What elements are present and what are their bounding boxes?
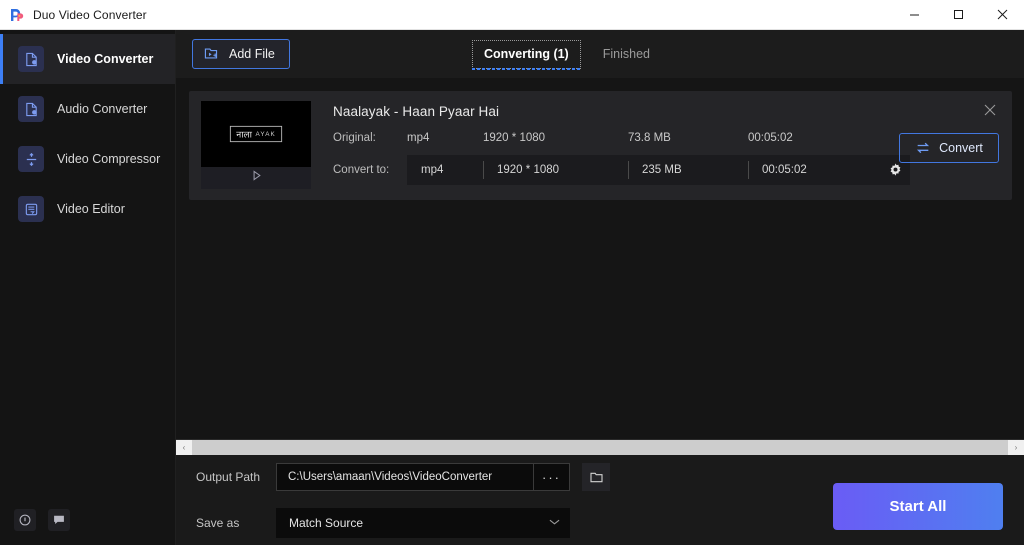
main-panel: Add File Converting (1) Finished नाला AY… [176, 30, 1024, 545]
scrollbar-track[interactable] [192, 439, 1008, 456]
bottom-fields: Output Path C:\Users\amaan\Videos\VideoC… [196, 462, 816, 538]
close-button[interactable] [980, 0, 1024, 29]
tab-label: Finished [602, 46, 650, 61]
original-duration: 00:05:02 [748, 132, 793, 144]
original-size: 73.8 MB [628, 132, 671, 144]
feedback-icon[interactable] [48, 509, 70, 531]
browse-button[interactable]: ··· [534, 463, 570, 491]
file-title: Naalayak - Haan Pyaar Hai [333, 104, 500, 119]
file-info: Naalayak - Haan Pyaar Hai Original: mp4 … [311, 101, 1000, 200]
thumbnail[interactable]: नाला AYAK [201, 101, 311, 189]
convert-format-select[interactable]: mp4 [407, 155, 483, 185]
add-file-label: Add File [229, 47, 275, 61]
convert-duration-value: 00:05:02 [748, 155, 880, 185]
tab-converting[interactable]: Converting (1) [472, 39, 581, 70]
sidebar-item-label: Video Compressor [57, 152, 161, 166]
save-as-label: Save as [196, 516, 240, 530]
edit-icon [18, 196, 44, 222]
original-fields: mp4 1920 * 1080 73.8 MB 00:05:02 [407, 132, 848, 144]
swap-arrows-icon [915, 140, 931, 156]
thumbnail-logo-secondary: AYAK [255, 130, 276, 138]
convert-to-label: Convert to: [333, 164, 390, 176]
sidebar-item-video-converter[interactable]: Video Converter [0, 34, 175, 84]
folder-icon[interactable] [582, 463, 610, 491]
thumbnail-logo: नाला AYAK [229, 125, 283, 143]
output-path-input[interactable]: C:\Users\amaan\Videos\VideoConverter [276, 463, 534, 491]
tab-finished[interactable]: Finished [591, 40, 662, 69]
sidebar-nav: Video Converter Audio Converter Video Co… [0, 30, 175, 234]
start-all-button[interactable]: Start All [833, 483, 1003, 530]
app-window: Duo Video Converter Video Converter Audi… [0, 0, 1024, 545]
convert-resolution-select[interactable]: 1920 * 1080 [483, 155, 628, 185]
output-path-label: Output Path [196, 470, 261, 484]
video-file-icon [18, 46, 44, 72]
thumbnail-image: नाला AYAK [201, 101, 311, 167]
save-as-select[interactable]: Match Source [276, 508, 570, 538]
bottom-bar: Output Path C:\Users\amaan\Videos\VideoC… [176, 455, 1024, 545]
convert-button-label: Convert [939, 141, 983, 155]
output-path-row: Output Path C:\Users\amaan\Videos\VideoC… [196, 462, 816, 492]
file-list-area: नाला AYAK Naalayak - Haan Pyaar Hai Orig… [176, 78, 1024, 456]
tab-bar: Converting (1) Finished [472, 30, 662, 78]
sidebar-footer [0, 509, 175, 545]
window-title: Duo Video Converter [33, 7, 147, 22]
duo-app-icon [8, 7, 24, 23]
sidebar-item-audio-converter[interactable]: Audio Converter [0, 84, 175, 134]
sidebar-item-label: Video Converter [57, 52, 154, 66]
save-as-value: Match Source [289, 516, 364, 530]
add-file-button[interactable]: Add File [192, 39, 290, 69]
sidebar-item-video-compressor[interactable]: Video Compressor [0, 134, 175, 184]
original-format: mp4 [407, 132, 430, 144]
audio-file-icon [18, 96, 44, 122]
play-icon [250, 169, 263, 187]
horizontal-scrollbar[interactable]: ‹ › [176, 439, 1024, 456]
scroll-right-arrow[interactable]: › [1008, 439, 1024, 456]
thumbnail-play-bar[interactable] [201, 167, 311, 189]
sidebar: Video Converter Audio Converter Video Co… [0, 30, 176, 545]
save-as-row: Save as Match Source [196, 508, 816, 538]
file-card: नाला AYAK Naalayak - Haan Pyaar Hai Orig… [189, 91, 1012, 200]
scroll-left-arrow[interactable]: ‹ [176, 439, 192, 456]
convert-size-value: 235 MB [628, 155, 748, 185]
original-label: Original: [333, 132, 376, 144]
thumbnail-logo-primary: नाला [236, 130, 252, 141]
add-file-folder-icon [204, 46, 220, 62]
sidebar-item-label: Audio Converter [57, 102, 148, 116]
minimize-button[interactable] [892, 0, 936, 29]
info-icon[interactable] [14, 509, 36, 531]
convert-to-fields: mp4 1920 * 1080 235 MB 00:05:02 [407, 155, 910, 185]
remove-file-icon[interactable] [981, 101, 999, 119]
toolbar: Add File Converting (1) Finished [176, 30, 1024, 78]
chevron-down-icon [549, 518, 560, 528]
title-bar-left: Duo Video Converter [0, 7, 147, 23]
convert-button[interactable]: Convert [899, 133, 999, 163]
tab-label: Converting (1) [484, 46, 569, 61]
scrollbar-thumb[interactable] [192, 439, 1008, 456]
start-all-label: Start All [889, 498, 947, 515]
title-bar: Duo Video Converter [0, 0, 1024, 30]
original-resolution: 1920 * 1080 [483, 132, 546, 144]
window-body: Video Converter Audio Converter Video Co… [0, 30, 1024, 545]
sidebar-item-label: Video Editor [57, 202, 125, 216]
compress-icon [18, 146, 44, 172]
sidebar-item-video-editor[interactable]: Video Editor [0, 184, 175, 234]
maximize-button[interactable] [936, 0, 980, 29]
